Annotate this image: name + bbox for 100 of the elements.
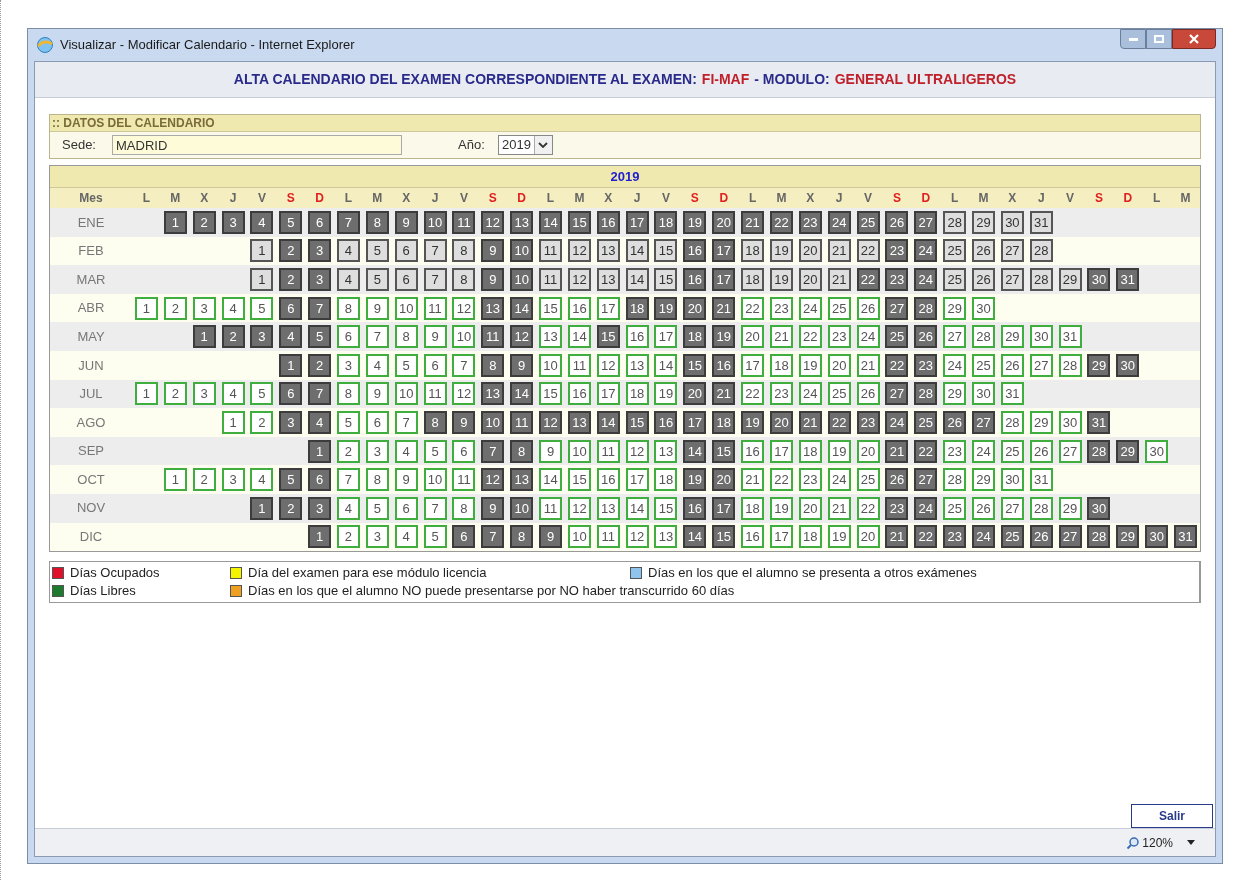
day-cell[interactable]: 6 [452, 525, 476, 549]
day-cell[interactable]: 31 [1087, 410, 1111, 434]
day-cell[interactable]: 19 [683, 468, 707, 492]
day-cell[interactable]: 5 [250, 382, 274, 406]
day-cell[interactable]: 30 [972, 382, 995, 406]
day-cell[interactable]: 28 [1029, 268, 1053, 291]
day-cell[interactable]: 5 [423, 525, 447, 549]
day-cell[interactable]: 28 [1087, 439, 1111, 463]
day-cell[interactable]: 13 [596, 268, 620, 291]
day-cell[interactable]: 27 [1000, 496, 1024, 520]
day-cell[interactable]: 9 [365, 296, 389, 320]
day-cell[interactable]: 20 [798, 268, 822, 291]
day-cell[interactable]: 24 [972, 525, 995, 549]
day-cell[interactable]: 11 [539, 496, 563, 520]
close-button[interactable] [1172, 29, 1216, 49]
day-cell[interactable]: 17 [712, 496, 736, 520]
day-cell[interactable]: 8 [481, 353, 505, 377]
day-cell[interactable]: 22 [856, 239, 880, 263]
day-cell[interactable]: 22 [741, 296, 765, 320]
day-cell[interactable]: 4 [336, 268, 360, 291]
day-cell[interactable]: 2 [163, 296, 187, 320]
day-cell[interactable]: 29 [1000, 325, 1024, 349]
day-cell[interactable]: 1 [250, 239, 274, 263]
day-cell[interactable]: 13 [510, 210, 534, 234]
day-cell[interactable]: 13 [481, 382, 505, 406]
day-cell[interactable]: 31 [1058, 325, 1082, 349]
day-cell[interactable]: 11 [596, 525, 620, 549]
day-cell[interactable]: 16 [712, 353, 736, 377]
day-cell[interactable]: 28 [972, 325, 995, 349]
day-cell[interactable]: 5 [308, 325, 332, 349]
day-cell[interactable]: 15 [567, 468, 591, 492]
day-cell[interactable]: 15 [654, 496, 678, 520]
day-cell[interactable]: 22 [885, 353, 909, 377]
day-cell[interactable]: 10 [510, 496, 534, 520]
day-cell[interactable]: 25 [827, 382, 851, 406]
day-cell[interactable]: 1 [163, 210, 187, 234]
day-cell[interactable]: 26 [943, 410, 967, 434]
day-cell[interactable]: 18 [625, 382, 649, 406]
day-cell[interactable]: 23 [914, 353, 938, 377]
day-cell[interactable]: 10 [510, 239, 534, 263]
day-cell[interactable]: 12 [510, 325, 534, 349]
day-cell[interactable]: 6 [308, 468, 332, 492]
day-cell[interactable]: 23 [885, 239, 909, 263]
day-cell[interactable]: 9 [365, 382, 389, 406]
day-cell[interactable]: 24 [943, 353, 967, 377]
day-cell[interactable]: 19 [769, 239, 793, 263]
day-cell[interactable]: 9 [423, 325, 447, 349]
day-cell[interactable]: 15 [567, 210, 591, 234]
day-cell[interactable]: 26 [1029, 525, 1053, 549]
day-cell[interactable]: 2 [192, 210, 216, 234]
day-cell[interactable]: 18 [741, 239, 765, 263]
day-cell[interactable]: 3 [250, 325, 274, 349]
day-cell[interactable]: 14 [625, 268, 649, 291]
caret-icon[interactable] [1187, 840, 1195, 845]
day-cell[interactable]: 6 [394, 268, 418, 291]
day-cell[interactable]: 6 [423, 353, 447, 377]
day-cell[interactable]: 19 [654, 296, 678, 320]
day-cell[interactable]: 6 [308, 210, 332, 234]
day-cell[interactable]: 11 [596, 439, 620, 463]
day-cell[interactable]: 8 [394, 325, 418, 349]
day-cell[interactable]: 17 [596, 296, 620, 320]
day-cell[interactable]: 20 [741, 325, 765, 349]
day-cell[interactable]: 18 [712, 410, 736, 434]
day-cell[interactable]: 18 [625, 296, 649, 320]
day-cell[interactable]: 3 [221, 468, 245, 492]
day-cell[interactable]: 30 [1000, 468, 1024, 492]
day-cell[interactable]: 30 [1087, 268, 1111, 291]
day-cell[interactable]: 28 [914, 296, 938, 320]
day-cell[interactable]: 23 [885, 496, 909, 520]
day-cell[interactable]: 21 [769, 325, 793, 349]
day-cell[interactable]: 14 [567, 325, 591, 349]
day-cell[interactable]: 24 [798, 296, 822, 320]
day-cell[interactable]: 29 [1116, 525, 1140, 549]
day-cell[interactable]: 11 [423, 296, 447, 320]
day-cell[interactable]: 4 [336, 496, 360, 520]
day-cell[interactable]: 27 [972, 410, 995, 434]
day-cell[interactable]: 4 [308, 410, 332, 434]
day-cell[interactable]: 29 [1058, 496, 1082, 520]
day-cell[interactable]: 20 [798, 496, 822, 520]
day-cell[interactable]: 15 [625, 410, 649, 434]
day-cell[interactable]: 18 [769, 353, 793, 377]
day-cell[interactable]: 17 [625, 210, 649, 234]
day-cell[interactable]: 28 [1029, 239, 1053, 263]
day-cell[interactable]: 13 [596, 239, 620, 263]
day-cell[interactable]: 16 [596, 468, 620, 492]
sede-field[interactable]: MADRID [112, 135, 402, 155]
day-cell[interactable]: 29 [1058, 268, 1082, 291]
day-cell[interactable]: 19 [827, 525, 851, 549]
day-cell[interactable]: 31 [1116, 268, 1140, 291]
day-cell[interactable]: 24 [914, 239, 938, 263]
day-cell[interactable]: 17 [683, 410, 707, 434]
day-cell[interactable]: 28 [1000, 410, 1024, 434]
day-cell[interactable]: 6 [336, 325, 360, 349]
day-cell[interactable]: 9 [394, 210, 418, 234]
day-cell[interactable]: 19 [712, 325, 736, 349]
day-cell[interactable]: 23 [885, 268, 909, 291]
day-cell[interactable]: 17 [596, 382, 620, 406]
day-cell[interactable]: 9 [510, 353, 534, 377]
day-cell[interactable]: 21 [856, 353, 880, 377]
day-cell[interactable]: 1 [134, 296, 158, 320]
